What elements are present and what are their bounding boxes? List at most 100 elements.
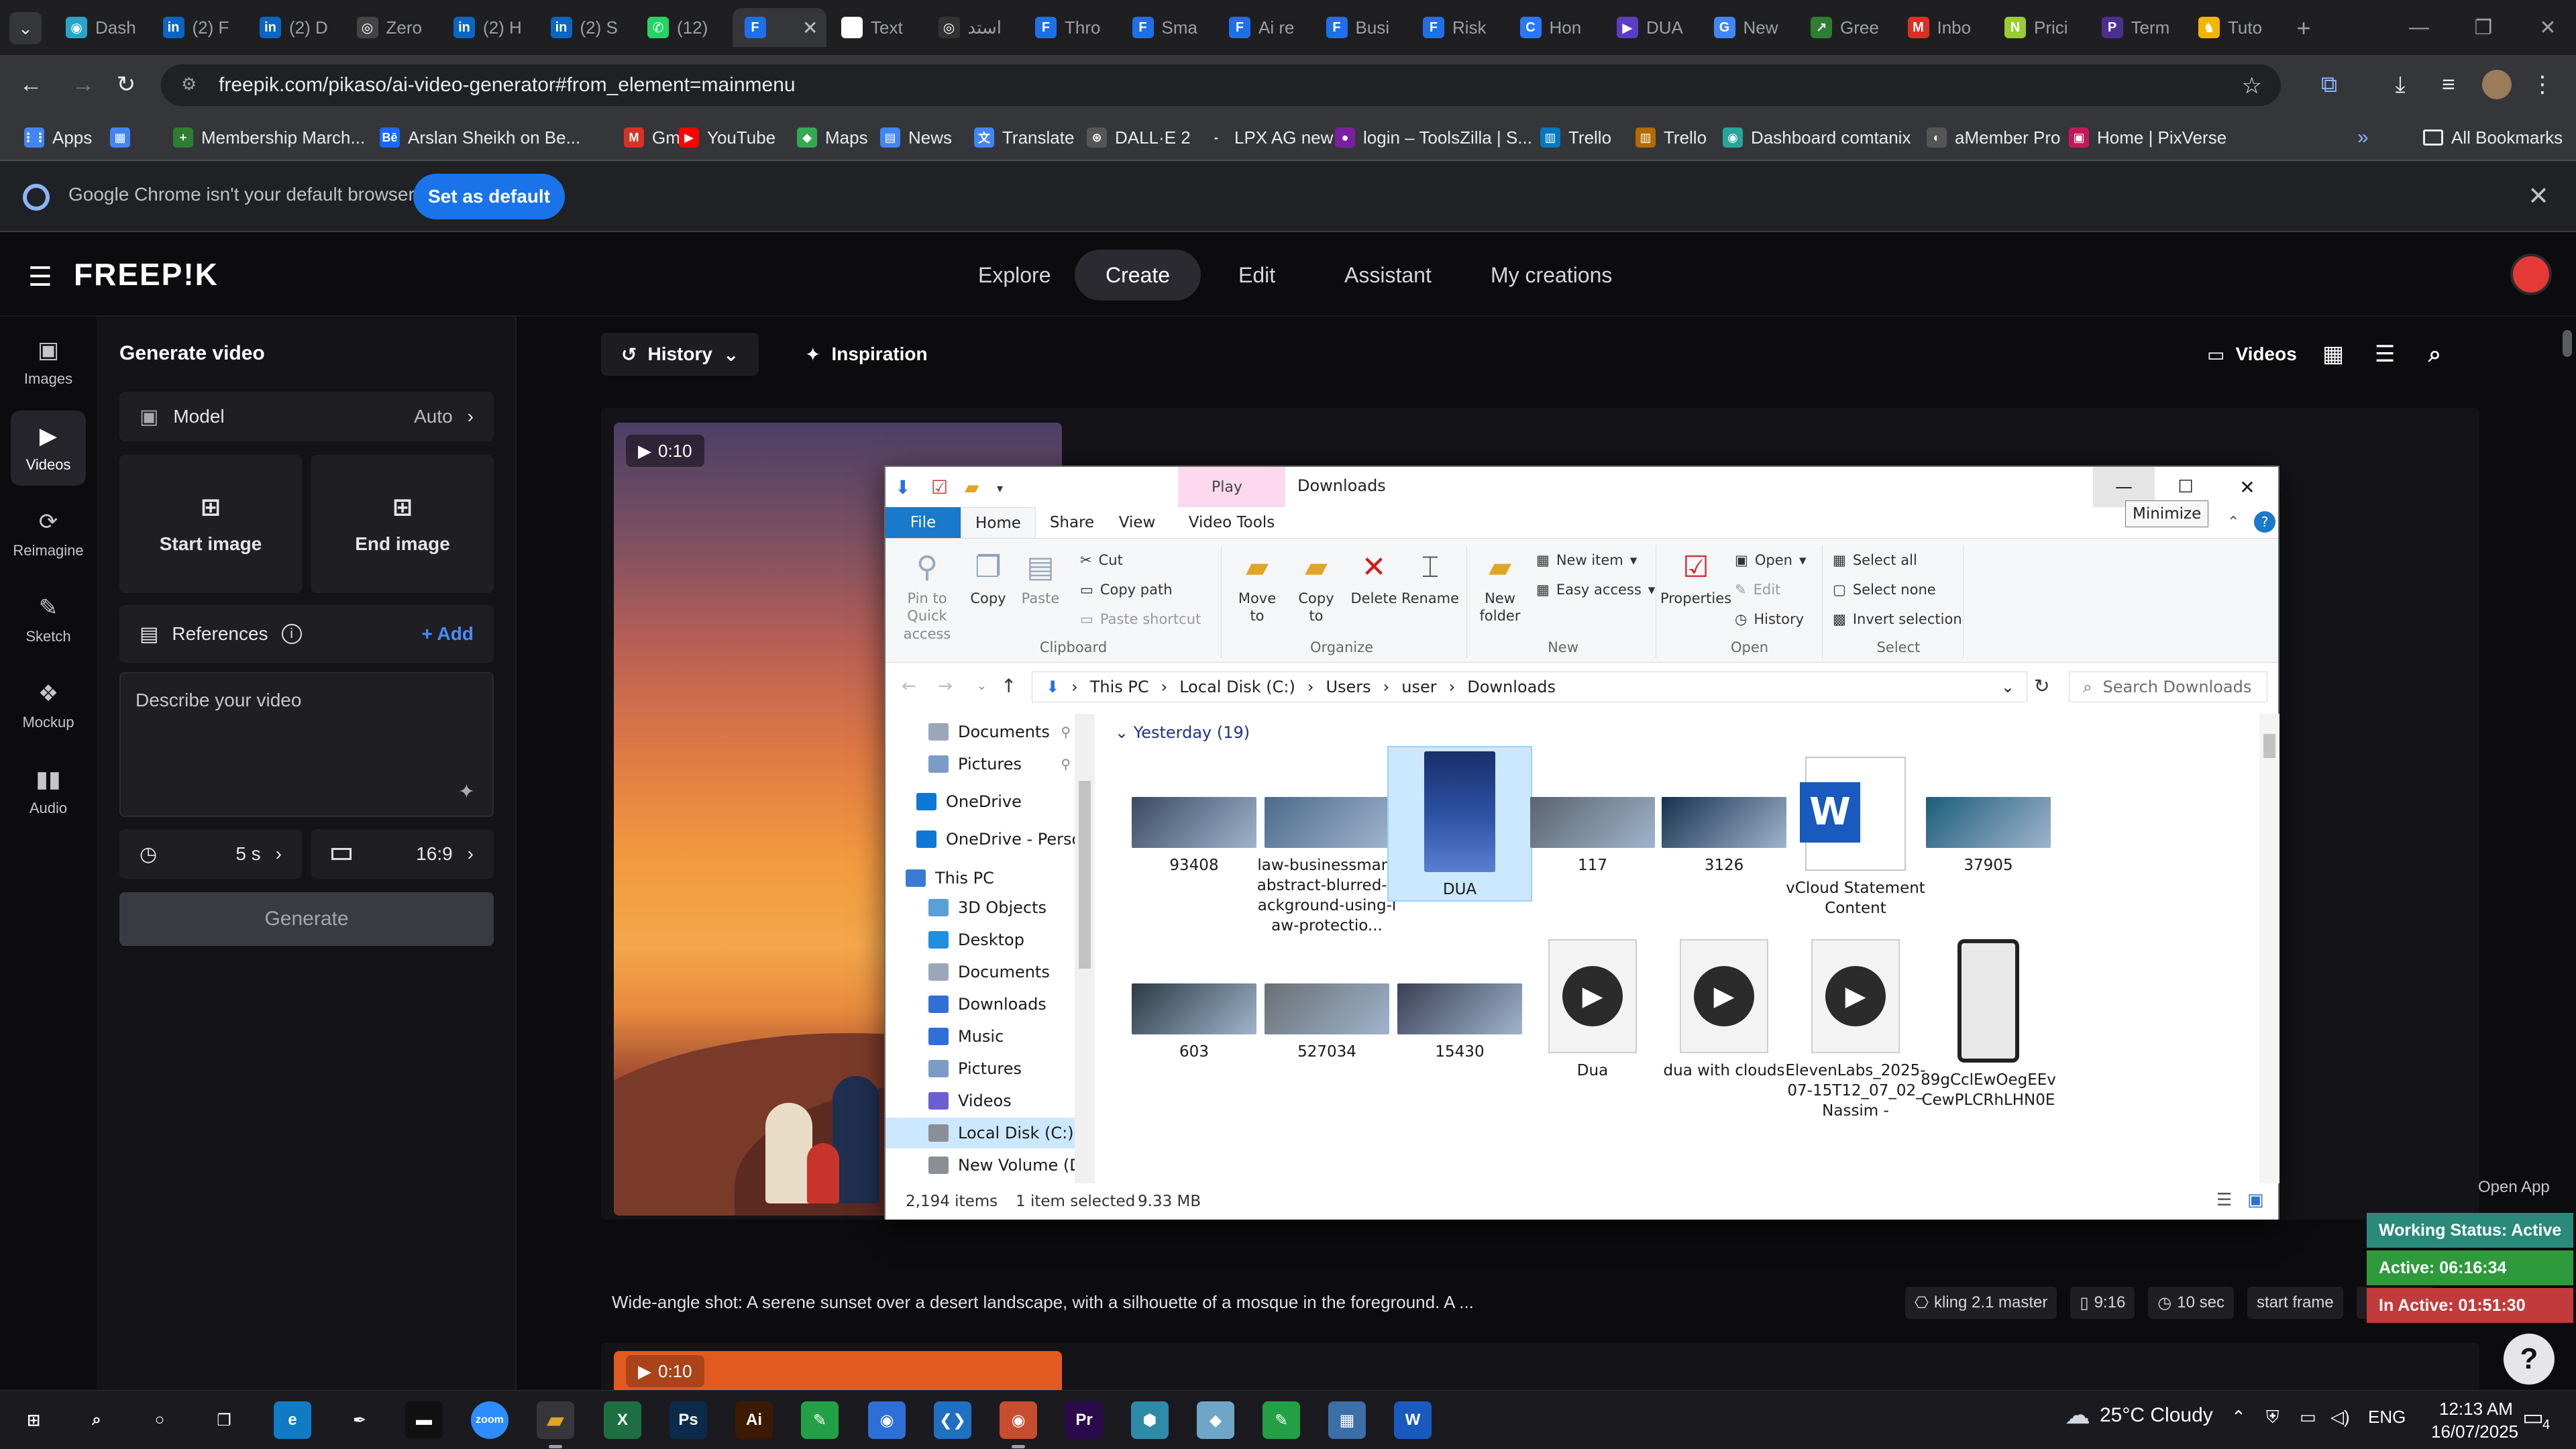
breadcrumb-separator-icon[interactable]: › <box>1449 678 1456 696</box>
new-folder-icon[interactable]: ▰ <box>965 476 979 498</box>
clock-date[interactable]: 16/07/2025 <box>2431 1421 2518 1442</box>
browser-tab[interactable]: in (2) S <box>539 8 633 47</box>
end-image-button[interactable]: ⊞ End image <box>311 455 494 593</box>
bookmark-item[interactable]: ◉ Dashboard comtanix <box>1723 123 1911 152</box>
browser-tab[interactable]: M Inbo <box>1896 8 1990 47</box>
bookmark-item[interactable]: ‐ LPX AG new <box>1206 123 1333 152</box>
history-button[interactable]: ◷ History <box>1735 611 1804 627</box>
browser-tab[interactable]: ▶ DUA <box>1605 8 1699 47</box>
prompt-text[interactable]: Wide-angle shot: A serene sunset over a … <box>612 1292 1474 1313</box>
taskbar-app-blue-icon[interactable]: ◆ <box>1197 1401 1234 1439</box>
copy-to-button[interactable]: ▰ Copy to <box>1291 548 1342 625</box>
taskbar-pen-icon[interactable]: ✒ <box>341 1401 378 1439</box>
file-item[interactable]: 3126 <box>1652 746 1796 876</box>
select-none-button[interactable]: ▢ Select none <box>1833 582 1936 598</box>
browser-tab[interactable]: in (2) H <box>441 8 535 47</box>
file-item[interactable]: ▶ ElevenLabs_2025-07-15T12_07_02_Nassim - <box>1783 939 1928 1122</box>
extension-icon[interactable]: ⧉ <box>2313 68 2345 101</box>
tab-share[interactable]: Share <box>1040 507 1104 538</box>
up-arrow-icon[interactable]: ↑ <box>1001 675 1016 697</box>
browser-tab[interactable]: ◉ Dash <box>54 8 148 47</box>
bookmark-item[interactable]: ◆ Maps <box>797 123 868 152</box>
nav-pane-item[interactable]: Music <box>885 1021 1075 1052</box>
copy-path-button[interactable]: ▭ Copy path <box>1080 582 1173 598</box>
copy-button[interactable]: ❐ Copy <box>966 548 1010 607</box>
nav-explore[interactable]: Explore <box>947 250 1082 301</box>
nav-my-creations[interactable]: My creations <box>1460 250 1643 301</box>
tab-search-button[interactable]: ⌄ <box>9 12 42 44</box>
invert-selection-button[interactable]: ▩ Invert selection <box>1833 611 1962 627</box>
breadcrumb-item[interactable]: This PC <box>1090 678 1149 696</box>
bookmark-item[interactable]: ▥ Trello <box>1540 123 1611 152</box>
working-status-header[interactable]: Working Status: Active <box>2367 1213 2573 1248</box>
file-item[interactable]: WvCloud Statement Content <box>1783 746 1928 919</box>
nav-pane-item[interactable]: 3D Objects <box>885 892 1075 923</box>
taskbar-app-green-2-icon[interactable]: ✎ <box>1263 1401 1300 1439</box>
window-close-button[interactable]: ✕ <box>2508 0 2576 55</box>
breadcrumb-separator-icon[interactable]: › <box>1307 678 1314 696</box>
taskbar-excel-icon[interactable]: X <box>604 1401 641 1439</box>
nav-pane-item[interactable]: Downloads <box>885 989 1075 1020</box>
browser-tab[interactable]: in (2) D <box>248 8 341 47</box>
breadcrumb-item[interactable]: Users <box>1326 678 1371 696</box>
language-indicator[interactable]: ENG <box>2368 1407 2406 1428</box>
large-icons-view-icon[interactable]: ▣ <box>2247 1190 2264 1210</box>
open-app-label[interactable]: Open App <box>2478 1178 2550 1197</box>
taskbar-zoom-icon[interactable]: zoom <box>471 1401 508 1439</box>
tab-video-tools[interactable]: Video Tools <box>1178 507 1285 538</box>
notification-center-icon[interactable]: ▭ <box>2522 1404 2544 1431</box>
weather-widget[interactable]: ☁ 25°C Cloudy <box>2065 1400 2213 1430</box>
bookmark-item[interactable]: ▥ Trello <box>1635 123 1707 152</box>
browser-tab[interactable]: F Risk <box>1411 8 1505 47</box>
generate-button[interactable]: Generate <box>119 892 494 946</box>
breadcrumb-item[interactable]: user <box>1401 678 1436 696</box>
file-item[interactable]: 93408 <box>1122 746 1267 876</box>
browser-tab[interactable]: ◎ استد <box>926 8 1020 47</box>
browser-tab[interactable]: F Ai re <box>1217 8 1311 47</box>
taskbar-app-hex-icon[interactable]: ⬢ <box>1131 1401 1169 1439</box>
file-item[interactable]: 117 <box>1520 746 1665 876</box>
file-item[interactable]: 37905 <box>1916 746 2061 876</box>
bookmark-item[interactable]: Bē Arslan Sheikh on Be... <box>380 123 580 152</box>
hamburger-menu-icon[interactable]: ☰ <box>28 262 52 292</box>
aspect-ratio-selector[interactable]: 16:9 › <box>311 829 494 879</box>
browser-tab[interactable]: F ✕ <box>732 8 826 47</box>
taskbar-start-icon[interactable]: ⊞ <box>15 1401 52 1439</box>
search-icon[interactable]: ⌕ <box>2408 333 2461 376</box>
tab-view[interactable]: View <box>1107 507 1167 538</box>
browser-tab[interactable]: in (2) F <box>151 8 245 47</box>
browser-menu-icon[interactable]: ⋮ <box>2526 68 2559 101</box>
file-item[interactable]: 15430 <box>1387 939 1532 1063</box>
inspiration-button[interactable]: ✦ Inspiration <box>785 333 948 376</box>
address-dropdown-icon[interactable]: ⌄ <box>2001 678 2015 696</box>
clock-time[interactable]: 12:13 AM <box>2439 1399 2513 1419</box>
taskbar-calculator-icon[interactable]: ▦ <box>1328 1401 1366 1439</box>
browser-tab[interactable]: ✆ (12) <box>635 8 729 47</box>
nav-edit[interactable]: Edit <box>1208 250 1306 301</box>
vpn-icon[interactable]: ⛨ <box>2266 1407 2279 1428</box>
file-item[interactable]: ▶ Dua <box>1520 939 1665 1081</box>
breadcrumb-item[interactable]: Local Disk (C:) <box>1179 678 1295 696</box>
browser-tab[interactable]: ◎ Zero <box>345 8 439 47</box>
new-folder-button[interactable]: ▰ New folder <box>1473 548 1527 625</box>
tab-close-icon[interactable]: ✕ <box>802 17 818 39</box>
bookmark-item[interactable]: ▶ YouTube <box>679 123 775 152</box>
prompt-textarea[interactable]: Describe your video ✦ <box>119 672 494 817</box>
breadcrumb-item[interactable]: Downloads <box>1467 678 1556 696</box>
browser-tab[interactable]: G New <box>1702 8 1796 47</box>
start-image-button[interactable]: ⊞ Start image <box>119 455 302 593</box>
pin-quick-access-button[interactable]: ⚲ Pin to Quick access <box>894 548 961 643</box>
close-button[interactable]: ✕ <box>2216 467 2278 507</box>
properties-check-icon[interactable]: ☑ <box>931 476 948 498</box>
delete-button[interactable]: ✕ Delete <box>1348 548 1399 607</box>
history-dropdown[interactable]: ↺ History ⌄ <box>601 333 759 376</box>
back-arrow-icon[interactable]: ← <box>902 676 916 696</box>
nav-pane-item[interactable]: Pictures <box>885 1053 1075 1084</box>
taskbar-app-green-icon[interactable]: ✎ <box>801 1401 839 1439</box>
paste-button[interactable]: ▤ Paste <box>1017 548 1064 607</box>
scrollbar[interactable] <box>2563 330 2572 357</box>
freepik-logo[interactable]: FREEP!K <box>74 256 219 292</box>
magic-wand-icon[interactable]: ✦ <box>458 780 475 804</box>
bookmark-item[interactable]: ▦ <box>110 123 130 152</box>
nav-pane-item[interactable]: Desktop <box>885 924 1075 955</box>
